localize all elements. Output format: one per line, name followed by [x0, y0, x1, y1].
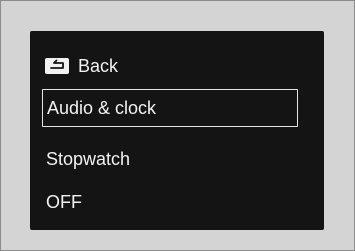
menu-item-label: Audio & clock	[47, 97, 157, 118]
menu-item-off[interactable]: OFF	[46, 185, 82, 219]
figure-frame: Back Audio & clock Stopwatch OFF	[0, 0, 355, 251]
menu-item-label: Stopwatch	[46, 148, 131, 169]
menu-item-back[interactable]: Back	[42, 49, 118, 83]
menu-item-label: OFF	[46, 191, 82, 212]
display-screen: Back Audio & clock Stopwatch OFF	[30, 31, 324, 230]
menu-item-label: Back	[78, 55, 119, 76]
menu-item-stopwatch[interactable]: Stopwatch	[46, 142, 130, 176]
back-icon	[45, 58, 69, 74]
menu-item-audio-clock[interactable]: Audio & clock	[42, 89, 298, 127]
